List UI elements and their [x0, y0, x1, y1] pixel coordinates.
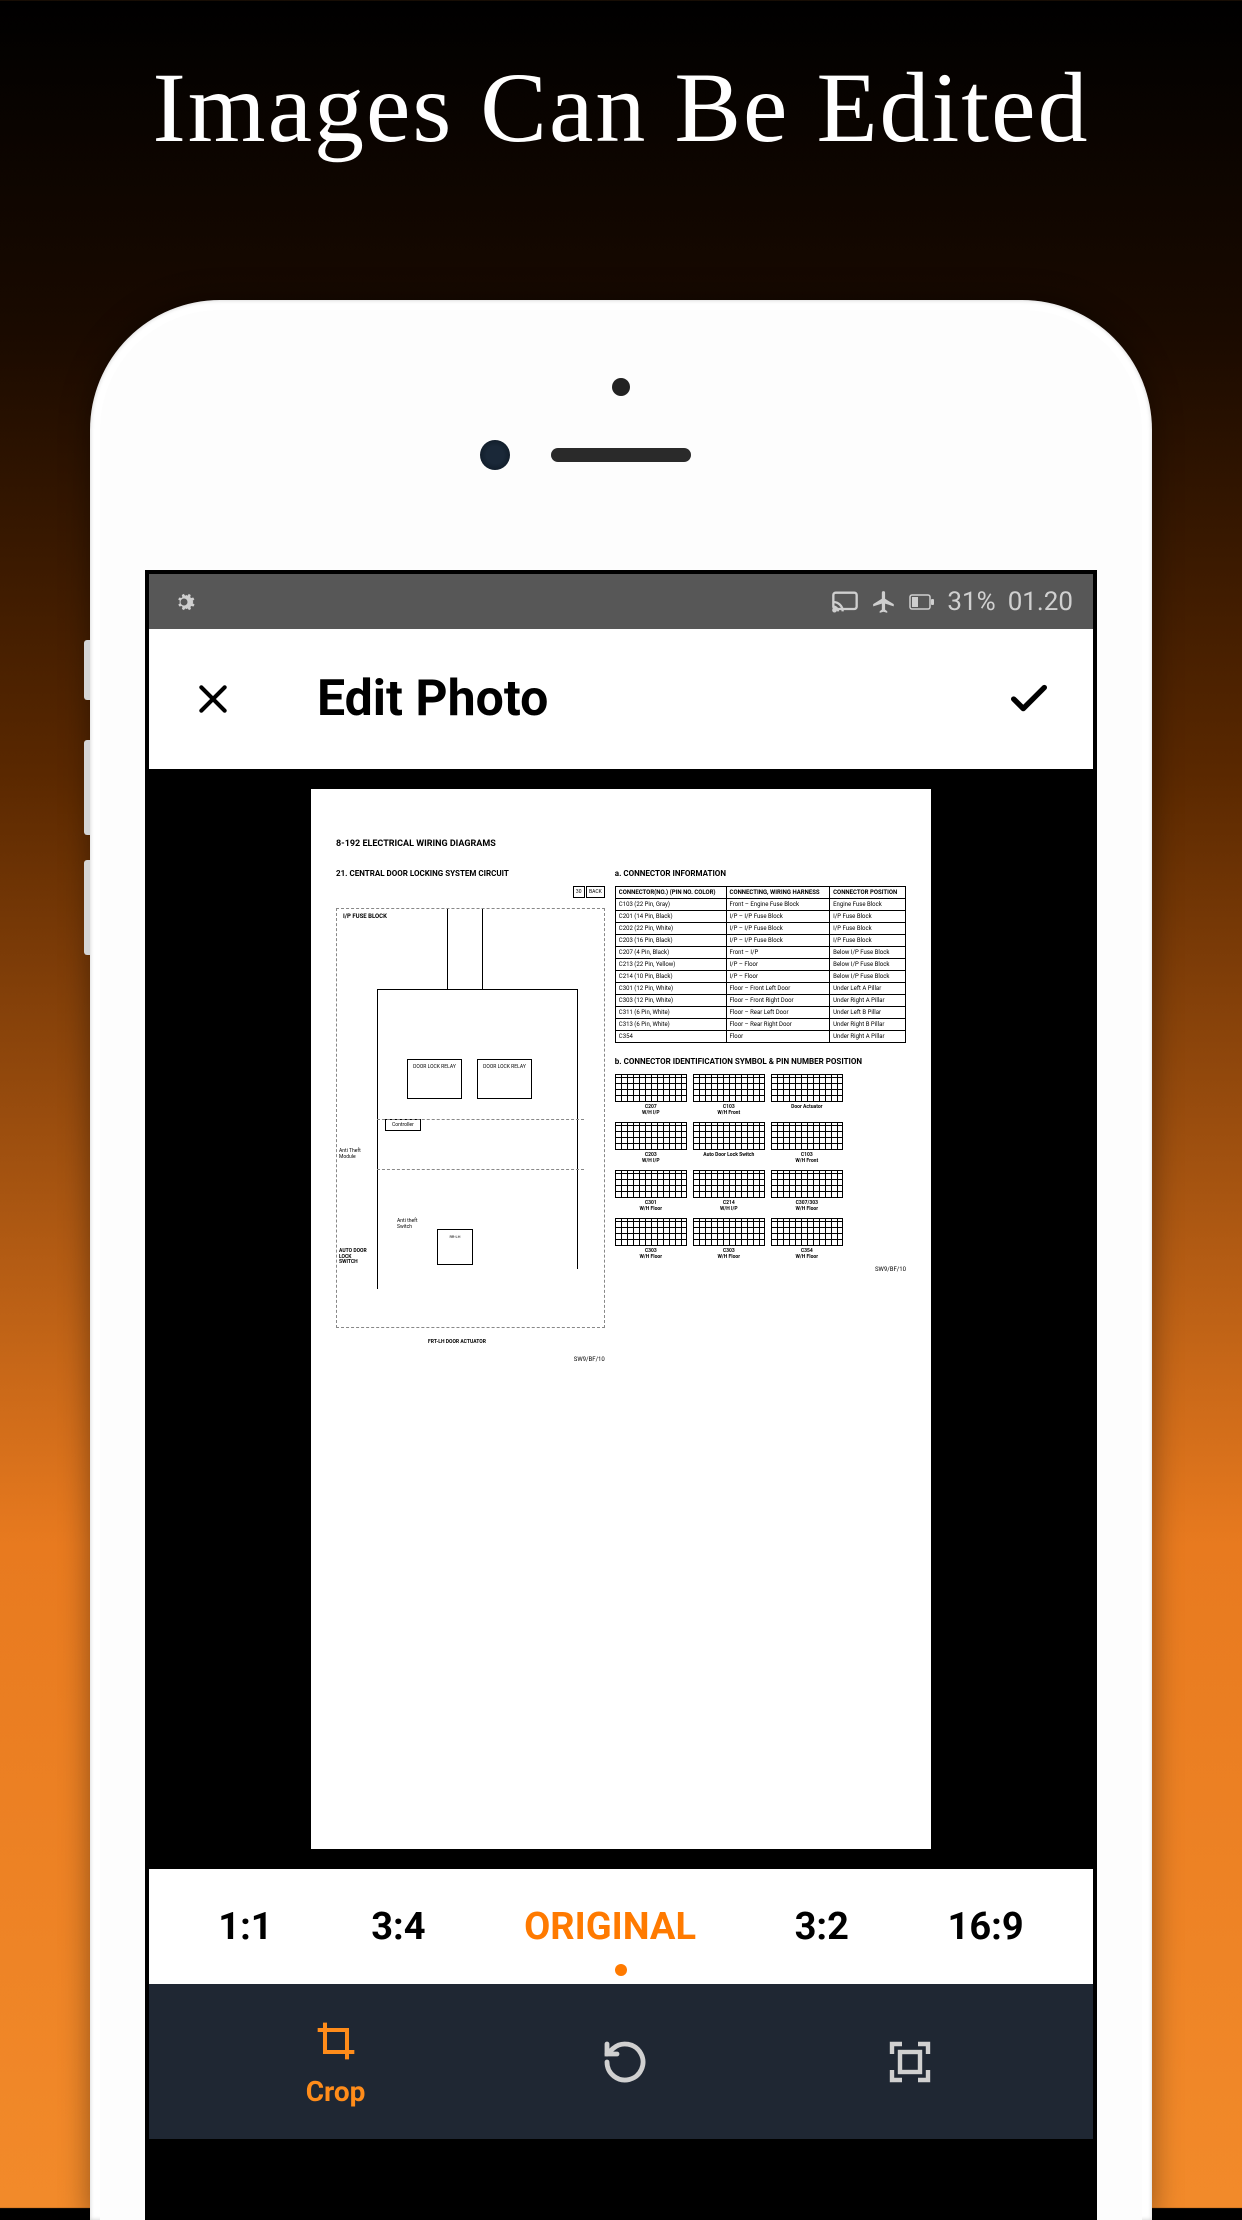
frame-icon: [884, 2036, 936, 2088]
frame-tool[interactable]: [884, 2036, 936, 2088]
rotate-tool[interactable]: [599, 2036, 651, 2088]
table-row: C207 (4 Pin, Black)Front – I/PBelow I/P …: [615, 947, 905, 959]
ratio-3-2[interactable]: 3:2: [775, 1895, 869, 1959]
status-bar: 31% 01.20: [149, 574, 1093, 629]
connector-diagram: C307/303 W/H Floor: [771, 1170, 843, 1212]
connector-diagram: C303 W/H Floor: [693, 1218, 765, 1260]
table-row: C103 (22 Pin, Gray)Front – Engine Fuse B…: [615, 899, 905, 911]
aspect-ratio-bar: 1:1 3:4 ORIGINAL 3:2 16:9: [149, 1869, 1093, 1984]
phone-bezel: 31% 01.20 Edit Photo 8-192 ELECTRICAL WI…: [100, 310, 1142, 2220]
doc-connector-id-title: b. CONNECTOR IDENTIFICATION SYMBOL & PIN…: [615, 1057, 906, 1066]
phone-speaker: [551, 448, 691, 462]
circuit-diagram: I/P FUSE BLOCK DOOR LOCK RELAY DOOR LOCK…: [336, 908, 605, 1328]
connector-diagram: C103 W/H Front: [771, 1122, 843, 1164]
connector-diagram: C103 W/H Front: [693, 1074, 765, 1116]
connector-diagram: C214 W/H I/P: [693, 1170, 765, 1212]
battery-percent: 31%: [947, 587, 995, 617]
active-ratio-indicator: [615, 1964, 627, 1976]
table-row: C303 (12 Pin, White)Floor – Front Right …: [615, 995, 905, 1007]
confirm-button[interactable]: [1005, 675, 1053, 723]
phone-sensor: [612, 378, 630, 396]
close-icon: [193, 679, 233, 719]
phone-side-button: [84, 740, 90, 835]
phone-camera: [480, 440, 510, 470]
ratio-3-4[interactable]: 3:4: [351, 1895, 445, 1959]
checkmark-icon: [1006, 676, 1052, 722]
table-row: C311 (6 Pin, White)Floor – Rear Left Doo…: [615, 1007, 905, 1019]
connector-diagram: C203 W/H I/P: [615, 1122, 687, 1164]
connector-diagram-grid: C207 W/H I/PC103 W/H FrontDoor ActuatorC…: [615, 1074, 906, 1260]
promo-tagline: Images Can Be Edited: [0, 50, 1242, 165]
cast-icon: [831, 590, 859, 614]
table-row: C313 (6 Pin, White)Floor – Rear Right Do…: [615, 1019, 905, 1031]
document-image: 8-192 ELECTRICAL WIRING DIAGRAMS 21. CEN…: [311, 789, 931, 1849]
ratio-1-1[interactable]: 1:1: [198, 1895, 292, 1959]
table-row: C201 (14 Pin, Black)I/P – I/P Fuse Block…: [615, 911, 905, 923]
phone-side-button: [84, 640, 90, 700]
bottom-toolbar: Crop: [149, 1984, 1093, 2139]
crop-canvas[interactable]: 8-192 ELECTRICAL WIRING DIAGRAMS 21. CEN…: [149, 769, 1093, 1869]
phone-side-button: [84, 860, 90, 955]
connector-diagram: Auto Door Lock Switch: [693, 1122, 765, 1164]
ratio-16-9[interactable]: 16:9: [928, 1895, 1044, 1959]
battery-icon: [909, 594, 935, 610]
connector-diagram: C354 W/H Floor: [771, 1218, 843, 1260]
table-row: C214 (10 Pin, Black)I/P – FloorBelow I/P…: [615, 971, 905, 983]
connector-diagram: C301 W/H Floor: [615, 1170, 687, 1212]
doc-connector-info-title: a. CONNECTOR INFORMATION: [615, 869, 906, 878]
phone-screen: 31% 01.20 Edit Photo 8-192 ELECTRICAL WI…: [145, 570, 1097, 2220]
status-time: 01.20: [1008, 587, 1073, 617]
crop-label: Crop: [306, 2075, 366, 2108]
ratio-original[interactable]: ORIGINAL: [504, 1895, 716, 1959]
connector-diagram: C303 W/H Floor: [615, 1218, 687, 1260]
table-row: C213 (22 Pin, Yellow)I/P – FloorBelow I/…: [615, 959, 905, 971]
crop-icon: [310, 2015, 362, 2067]
airplane-mode-icon: [871, 589, 897, 615]
connector-diagram: Door Actuator: [771, 1074, 843, 1116]
table-row: C301 (12 Pin, White)Floor – Front Left D…: [615, 983, 905, 995]
app-header: Edit Photo: [149, 629, 1093, 769]
doc-page-header: 8-192 ELECTRICAL WIRING DIAGRAMS: [336, 839, 906, 849]
phone-device-frame: 31% 01.20 Edit Photo 8-192 ELECTRICAL WI…: [90, 300, 1152, 2220]
crop-tool[interactable]: Crop: [306, 2015, 366, 2108]
table-row: C202 (22 Pin, White)I/P – I/P Fuse Block…: [615, 923, 905, 935]
close-button[interactable]: [189, 675, 237, 723]
settings-gear-icon: [169, 587, 199, 617]
rotate-icon: [599, 2036, 651, 2088]
connector-diagram: C207 W/H I/P: [615, 1074, 687, 1116]
page-title: Edit Photo: [317, 670, 548, 728]
connector-table: CONNECTOR(NO.) (PIN NO. COLOR) CONNECTIN…: [615, 886, 906, 1043]
table-row: C354FloorUnder Right A Pillar: [615, 1031, 905, 1043]
doc-left-section-title: 21. CENTRAL DOOR LOCKING SYSTEM CIRCUIT: [336, 869, 605, 878]
table-row: C203 (16 Pin, Black)I/P – I/P Fuse Block…: [615, 935, 905, 947]
